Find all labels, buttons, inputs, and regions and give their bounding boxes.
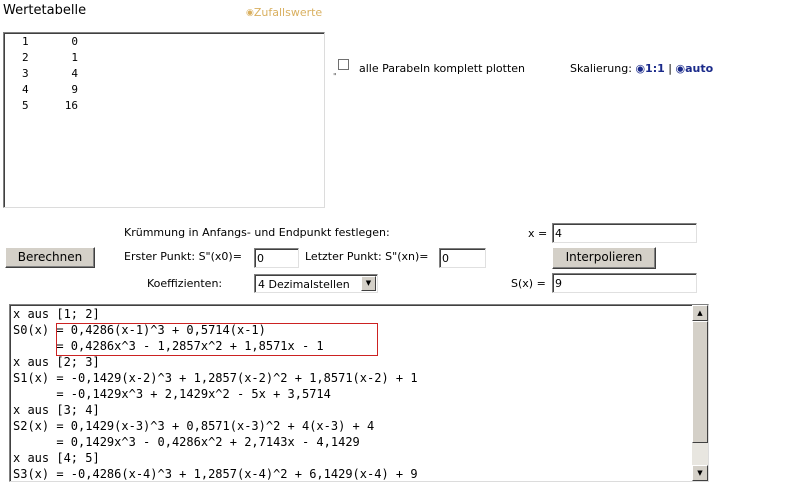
output-line: S2(x) = 0,1429(x-3)^3 + 0,8571(x-3)^2 + … [13,419,375,433]
table-row: 21 [4,49,324,65]
chevron-down-icon[interactable]: ▼ [361,276,376,291]
table-row: 49 [4,81,324,97]
radio-icon: ◉ [246,8,254,18]
table-cell-y: 4 [71,67,78,80]
table-row: 5 16 [4,97,324,113]
scaling-option-auto[interactable]: ◉auto [675,62,713,75]
scroll-down-button[interactable]: ▼ [692,465,708,481]
last-point-input[interactable] [439,248,486,268]
plot-all-label: alle Parabeln komplett plotten [359,62,526,75]
sx-output-field[interactable] [552,273,697,293]
x-input-label: x = [528,227,548,240]
random-values-label: Zufallswerte [253,6,323,19]
last-point-label: Letzter Punkt: S"(xn)= [305,250,429,263]
first-point-label: Erster Punkt: S"(x0)= [124,250,242,263]
checkbox-mark-icon: " [333,72,337,81]
scaling-control: Skalierung: ◉1:1 | ◉auto [570,62,713,75]
table-cell-y: 1 [71,51,78,64]
random-values-radio[interactable]: ◉Zufallswerte [246,6,322,19]
output-line: S1(x) = -0,1429(x-2)^3 + 1,2857(x-2)^2 +… [13,371,418,385]
scaling-option-1to1[interactable]: ◉1:1 [635,62,664,75]
table-row: 34 [4,65,324,81]
table-cell-x: 4 [22,83,29,96]
coefficients-selected: 4 Dezimalstellen [258,278,350,291]
output-line: = 0,1429x^3 - 0,4286x^2 + 2,7143x - 4,14… [13,435,360,449]
table-cell-x: 3 [22,67,29,80]
scaling-separator: | [668,62,672,75]
highlight-box [56,323,378,356]
plot-all-checkbox[interactable] [338,59,349,70]
coefficients-select[interactable]: 4 Dezimalstellen ▼ [254,274,378,293]
first-point-input[interactable] [254,248,299,268]
table-cell-x: 1 [22,35,29,48]
table-cell-y: 0 [71,35,78,48]
table-cell-x: 2 [22,51,29,64]
table-cell-y: 16 [64,99,78,112]
scroll-up-button[interactable]: ▲ [692,305,708,321]
output-line: S3(x) = -0,4286(x-4)^3 + 1,2857(x-4)^2 +… [13,467,418,481]
scaling-label: Skalierung: [570,62,632,75]
coefficients-label: Koeffizienten: [147,277,223,290]
table-row: 10 [4,33,324,49]
page-title: Wertetabelle [3,3,87,18]
curvature-label: Krümmung in Anfangs- und Endpunkt festle… [124,226,390,239]
interpolate-button[interactable]: Interpolieren [552,247,656,269]
sx-output-label: S(x) = [511,277,546,290]
output-line: = -0,1429x^3 + 2,1429x^2 - 5x + 3,5714 [13,387,331,401]
scrollbar-thumb[interactable] [692,321,708,443]
x-input[interactable] [552,223,697,243]
output-line: x aus [1; 2] [13,307,100,321]
output-line: x aus [3; 4] [13,403,100,417]
spline-output-textarea[interactable]: x aus [1; 2] S0(x) = 0,4286(x-1)^3 + 0,5… [9,304,709,482]
table-cell-x: 5 [22,99,29,112]
vertical-scrollbar[interactable]: ▲ ▼ [692,305,708,481]
output-line: x aus [4; 5] [13,451,100,465]
table-cell-y: 9 [71,83,78,96]
output-line: x aus [2; 3] [13,355,100,369]
calculate-button[interactable]: Berechnen [5,247,95,268]
value-table[interactable]: 10 21 34 49 5 16 [3,32,325,208]
